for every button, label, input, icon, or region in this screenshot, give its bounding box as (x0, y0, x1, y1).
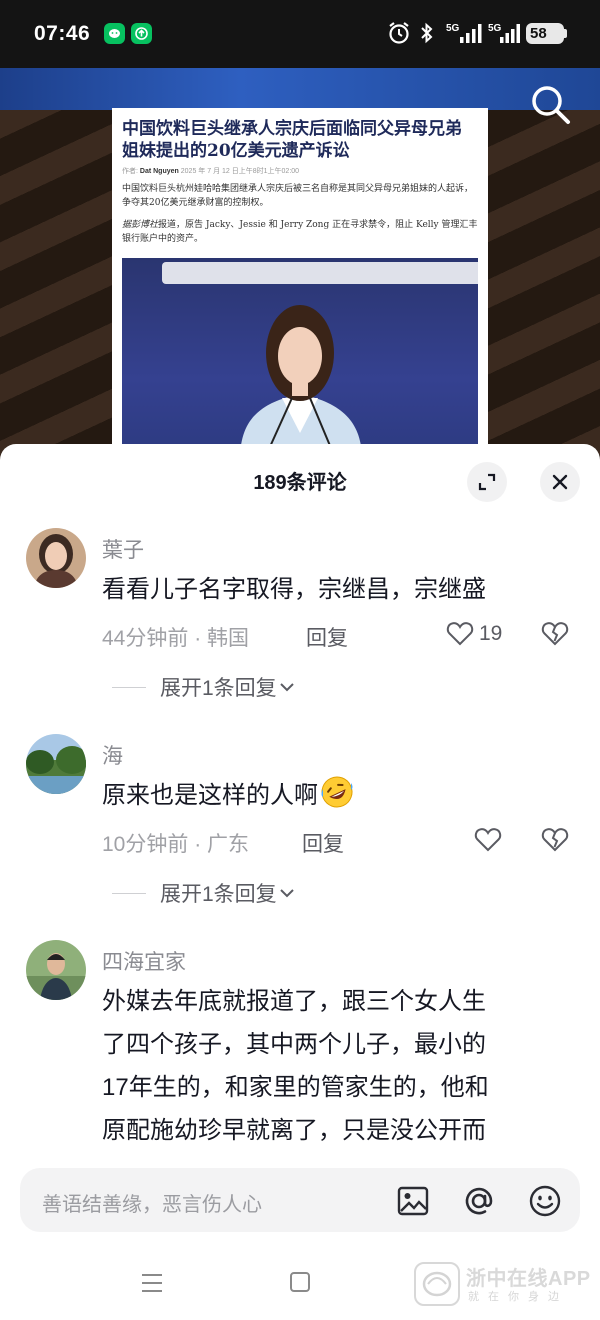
watermark-subtitle: 就在你身边 (468, 1291, 568, 1303)
mention-icon[interactable] (462, 1184, 496, 1218)
system-nav-bar: 浙中在线APP 就在你身边 (0, 1248, 600, 1320)
reply-button[interactable]: 回复 (302, 828, 344, 858)
recents-menu-icon[interactable] (140, 1272, 164, 1294)
broken-heart-icon[interactable] (541, 620, 569, 646)
zhezhong-logo-icon (414, 1262, 460, 1306)
avatar[interactable] (26, 734, 86, 794)
status-time: 07:46 (34, 22, 91, 45)
comment-text: 看看儿子名字取得，宗继昌，宗继盛 (102, 576, 486, 603)
chevron-down-icon (279, 683, 294, 692)
broken-heart-icon[interactable] (541, 826, 569, 852)
signal-5g-icon: 5G (446, 23, 482, 43)
video-player[interactable]: 中国饮料巨头继承人宗庆后面临同父异母兄弟姐妹提出的20亿美元遗产诉讼 作者: D… (0, 68, 600, 460)
comment-username[interactable]: 四海宜家 (102, 946, 186, 976)
avatar[interactable] (26, 940, 86, 1000)
article-title: 中国饮料巨头继承人宗庆后面临同父异母兄弟姐妹提出的20亿美元遗产诉讼 (122, 119, 462, 161)
comment-input-placeholder: 善语结善缘，恶言伤人心 (42, 1194, 262, 1216)
article-author: Dat Nguyen (139, 168, 179, 175)
image-icon[interactable] (396, 1184, 430, 1218)
expand-replies-button[interactable]: 展开1条回复 (112, 672, 295, 702)
news-article-screenshot: 中国饮料巨头继承人宗庆后面临同父异母兄弟姐妹提出的20亿美元遗产诉讼 作者: D… (112, 108, 488, 460)
comment-username[interactable]: 海 (102, 740, 123, 770)
expand-sheet-button[interactable] (467, 462, 507, 502)
article-paragraph: 中国饮料巨头杭州娃哈哈集团继承人宗庆后被三名自称是其同父异母兄弟姐妹的人起诉，争… (122, 184, 474, 208)
expand-replies-label: 展开1条回复 (160, 883, 277, 906)
article-date: 2025 年 7 月 12 日上午8时1上午02:00 (180, 168, 300, 175)
comment-text: 原来也是这样的人啊 (102, 774, 562, 817)
rofl-emoji-icon (321, 776, 353, 808)
bluetooth-icon (421, 22, 433, 44)
chevron-down-icon (279, 889, 294, 898)
comment-text-line: 了四个孩子，其中两个儿子，最小的 (102, 1031, 486, 1058)
app-update-icon (131, 23, 152, 44)
comment-time-location: 10分钟前 · 广东 (102, 833, 250, 856)
comment-time-location: 44分钟前 · 韩国 (102, 627, 250, 650)
heart-icon[interactable] (474, 826, 502, 852)
woman-at-podium-image (240, 305, 362, 460)
expand-divider (112, 686, 146, 688)
comment-text-line: 原配施幼珍早就离了，只是没公开而 (102, 1117, 486, 1144)
battery-tip (564, 29, 567, 38)
search-icon[interactable] (528, 82, 572, 126)
svg-text:5G: 5G (488, 23, 502, 34)
article-author-label: 作者: (122, 168, 138, 175)
article-photo (122, 258, 478, 460)
battery-icon: 58 (526, 23, 564, 44)
expand-replies-button[interactable]: 展开1条回复 (112, 878, 295, 908)
close-icon (552, 474, 568, 490)
article-paragraph: 据彭博社报道，原告 Jacky、Jessie 和 Jerry Zong 正在寻求… (122, 218, 478, 246)
comment-text: 外媒去年底就报道了，跟三个女人生 了四个孩子，其中两个儿子，最小的 17年生的，… (102, 980, 562, 1152)
signal-5g-icon: 5G (488, 23, 520, 43)
like-count: 19 (479, 622, 503, 645)
comments-count-title: 189条评论 (253, 472, 347, 494)
comment-input[interactable]: 善语结善缘，恶言伤人心 (20, 1168, 580, 1232)
avatar[interactable] (26, 528, 86, 588)
expand-icon (478, 473, 496, 491)
reply-button[interactable]: 回复 (306, 622, 348, 652)
article-source: 据彭博社 (122, 220, 159, 230)
comment-text-line: 17年生的，和家里的管家生的，他和 (102, 1074, 489, 1101)
wechat-icon (104, 23, 125, 44)
article-paragraph-text: 报道，原告 Jacky、Jessie 和 Jerry Zong 正在寻求禁令，阻… (122, 220, 478, 244)
article-meta: 作者: Dat Nguyen 2025 年 7 月 12 日上午8时1上午02:… (122, 166, 299, 176)
watermark-title: 浙中在线APP (466, 1268, 591, 1290)
alarm-icon (389, 22, 409, 44)
svg-text:5G: 5G (446, 23, 460, 34)
screen: 07:46 5G 5G 58 中国饮料巨头继承人宗庆后面临同父异母兄弟姐妹提出的… (0, 0, 600, 1320)
video-top-banner (0, 68, 600, 110)
heart-icon[interactable] (446, 620, 474, 646)
expand-divider (112, 892, 146, 894)
close-sheet-button[interactable] (540, 462, 580, 502)
comment-text-line: 外媒去年底就报道了，跟三个女人生 (102, 988, 486, 1015)
expand-replies-label: 展开1条回复 (160, 677, 277, 700)
comment-username[interactable]: 葉子 (102, 534, 144, 564)
home-button[interactable] (290, 1272, 310, 1292)
status-bar: 07:46 5G 5G 58 (0, 0, 600, 68)
comment-text-content: 原来也是这样的人啊 (102, 782, 318, 809)
emoji-icon[interactable] (528, 1184, 562, 1218)
